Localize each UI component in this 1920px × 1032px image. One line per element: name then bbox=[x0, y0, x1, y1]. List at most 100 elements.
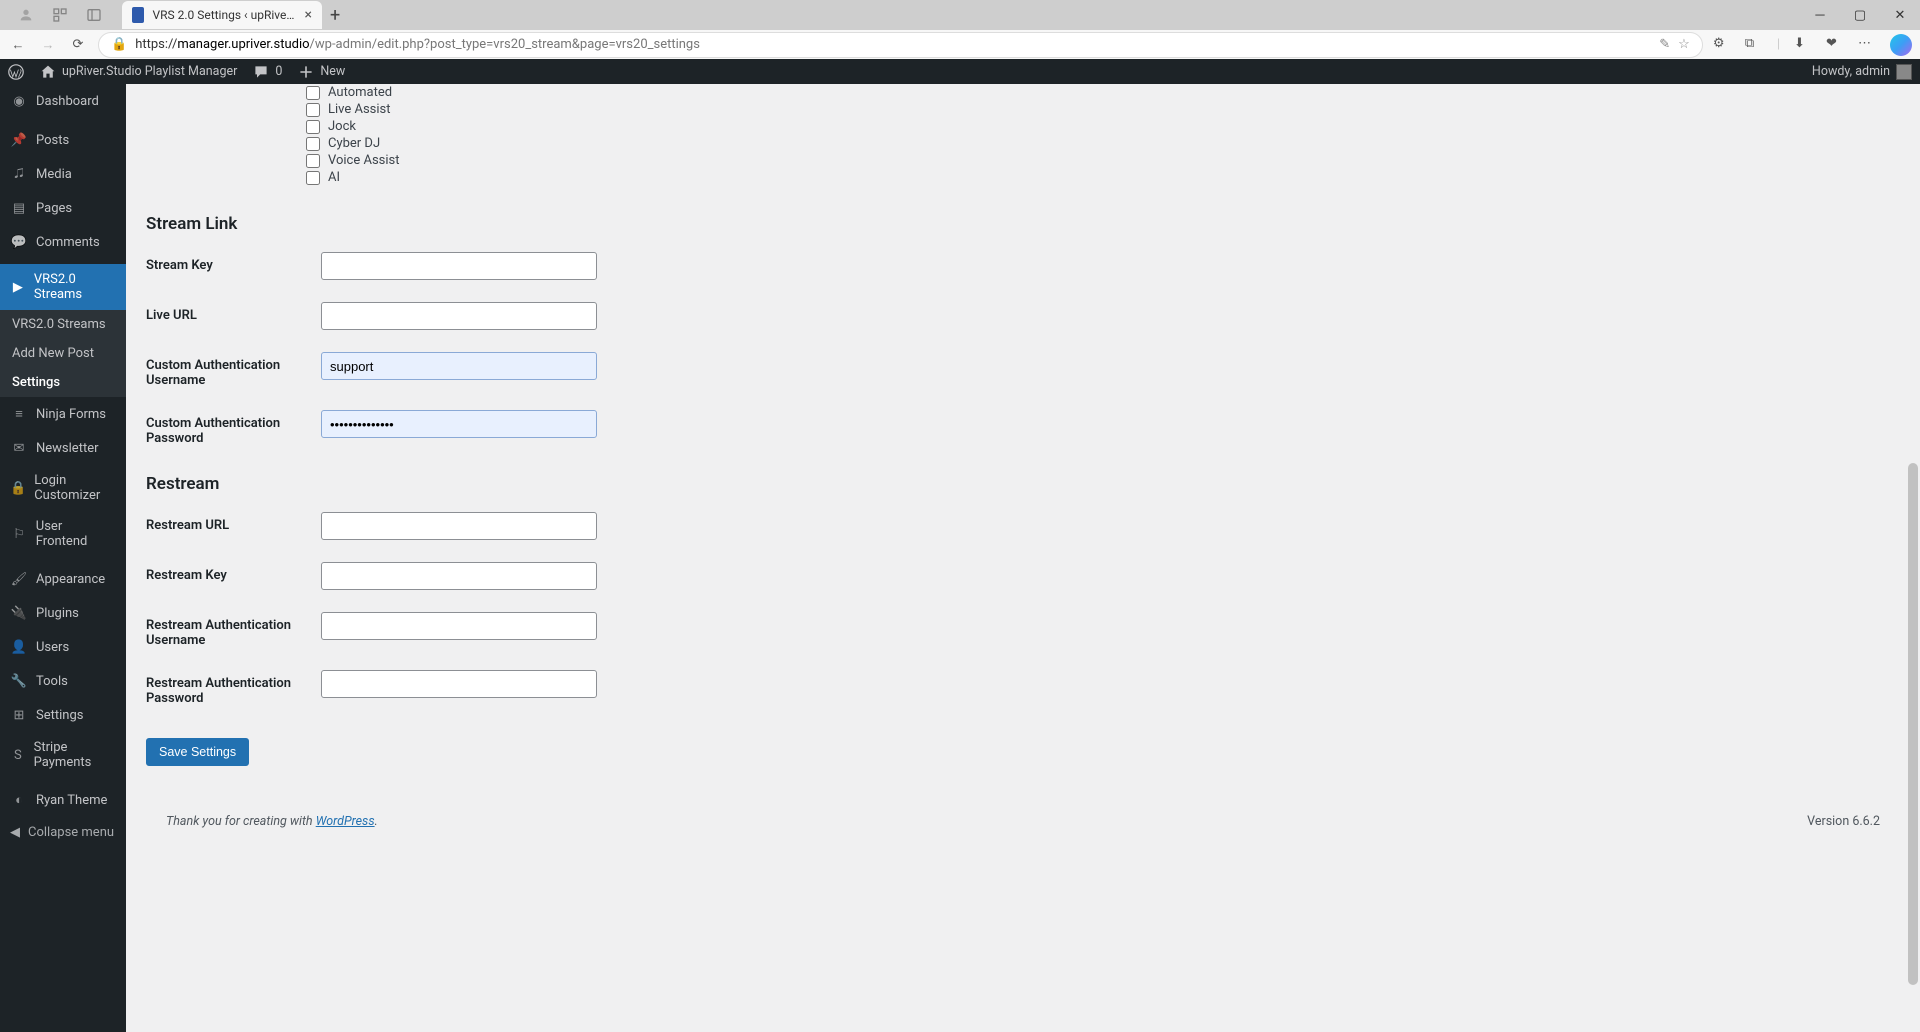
favorite-icon[interactable]: ☆ bbox=[1678, 37, 1690, 52]
submenu-item-add-new-post[interactable]: Add New Post bbox=[0, 339, 126, 368]
stream-key-input[interactable] bbox=[321, 252, 597, 280]
checkbox-voice-assist[interactable]: Voice Assist bbox=[306, 152, 1900, 169]
restream-auth-password-label: Restream Authentication Password bbox=[146, 670, 321, 706]
checkbox-input[interactable] bbox=[306, 86, 320, 100]
wp-content: AutomatedLive AssistJockCyber DJVoice As… bbox=[126, 84, 1920, 1032]
checkbox-input[interactable] bbox=[306, 171, 320, 185]
lock-icon: 🔒 bbox=[111, 37, 127, 52]
sidebar-item-comments[interactable]: 💬Comments bbox=[0, 225, 126, 259]
auth-password-input[interactable] bbox=[321, 410, 597, 438]
wp-footer: Thank you for creating with WordPress. V… bbox=[146, 796, 1900, 835]
sidebar-item-tools[interactable]: 🔧Tools bbox=[0, 664, 126, 698]
checkbox-input[interactable] bbox=[306, 120, 320, 134]
url-text: https://manager.upriver.studio/wp-admin/… bbox=[135, 37, 1651, 52]
new-content-button[interactable]: New bbox=[290, 59, 353, 84]
sidebar-item-ninja-forms[interactable]: ≡Ninja Forms bbox=[0, 397, 126, 431]
restream-auth-password-input[interactable] bbox=[321, 670, 597, 698]
maximize-button[interactable]: ▢ bbox=[1840, 1, 1880, 29]
sidebar-item-stripe-payments[interactable]: S Stripe Payments bbox=[0, 732, 126, 778]
checkbox-live-assist[interactable]: Live Assist bbox=[306, 101, 1900, 118]
browser-tab[interactable]: VRS 2.0 Settings ‹ upRiver.Studio P × bbox=[122, 1, 322, 29]
sidebar-item-label: Comments bbox=[36, 235, 100, 250]
collapse-menu-button[interactable]: ◀Collapse menu bbox=[0, 817, 126, 848]
restream-auth-username-input[interactable] bbox=[321, 612, 597, 640]
checkbox-automated[interactable]: Automated bbox=[306, 84, 1900, 101]
collections-icon[interactable]: ⧉ bbox=[1745, 36, 1763, 54]
wp-admin-sidebar: ◉Dashboard📌Posts🎜Media▤Pages💬Comments▶VR… bbox=[0, 84, 126, 1032]
menu-icon[interactable]: ⋯ bbox=[1858, 36, 1876, 54]
nav-bar: ← → ⟳ 🔒 https://manager.upriver.studio/w… bbox=[0, 30, 1920, 59]
back-button[interactable]: ← bbox=[8, 35, 28, 55]
sidebar-item-vrs2-0-streams[interactable]: ▶VRS2.0 Streams bbox=[0, 264, 126, 310]
checkbox-input[interactable] bbox=[306, 154, 320, 168]
page-icon: ▤ bbox=[10, 199, 28, 217]
extensions-icon[interactable]: ⚙ bbox=[1713, 36, 1731, 54]
restream-key-label: Restream Key bbox=[146, 562, 321, 583]
workspaces-icon[interactable] bbox=[52, 7, 68, 23]
sidebar-item-plugins[interactable]: 🔌Plugins bbox=[0, 596, 126, 630]
sidebar-item-label: User Frontend bbox=[36, 519, 116, 549]
sidebar-item-dashboard[interactable]: ◉Dashboard bbox=[0, 84, 126, 118]
sidebar-item-posts[interactable]: 📌 Posts bbox=[0, 123, 126, 157]
sidebar-item-user-frontend[interactable]: ⚐User Frontend bbox=[0, 511, 126, 557]
sidebar-item-media[interactable]: 🎜Media bbox=[0, 157, 126, 191]
comments-button[interactable]: 0 bbox=[245, 59, 290, 84]
forward-button[interactable]: → bbox=[38, 35, 58, 55]
sidebar-item-label: Pages bbox=[36, 201, 72, 216]
scrollbar[interactable] bbox=[1906, 84, 1920, 1032]
checkbox-input[interactable] bbox=[306, 137, 320, 151]
sidebar-item-ryan-theme[interactable]: ◐Ryan Theme bbox=[0, 783, 126, 817]
sidebar-item-label: Appearance bbox=[36, 572, 105, 587]
close-window-button[interactable]: ✕ bbox=[1880, 1, 1920, 29]
auth-username-input[interactable] bbox=[321, 352, 597, 380]
mail-icon: ✉ bbox=[10, 439, 28, 457]
save-settings-button[interactable]: Save Settings bbox=[146, 738, 249, 766]
restream-url-input[interactable] bbox=[321, 512, 597, 540]
wordpress-link[interactable]: WordPress bbox=[316, 814, 375, 829]
url-bar[interactable]: 🔒 https://manager.upriver.studio/wp-admi… bbox=[98, 32, 1703, 58]
sidebar-item-newsletter[interactable]: ✉Newsletter bbox=[0, 431, 126, 465]
wp-logo-button[interactable] bbox=[0, 59, 32, 84]
checkbox-label: AI bbox=[328, 170, 340, 185]
pin-icon: 📌 bbox=[10, 131, 28, 149]
tab-close-icon[interactable]: × bbox=[305, 7, 312, 23]
restream-auth-username-label: Restream Authentication Username bbox=[146, 612, 321, 648]
downloads-icon[interactable]: ⬇ bbox=[1794, 36, 1812, 54]
sidebar-item-label: Dashboard bbox=[36, 94, 99, 109]
sidebar-item-pages[interactable]: ▤ Pages bbox=[0, 191, 126, 225]
submenu-item-settings[interactable]: Settings bbox=[0, 368, 126, 397]
restream-key-input[interactable] bbox=[321, 562, 597, 590]
collapse-icon: ◀ bbox=[10, 825, 20, 840]
sidebar-item-users[interactable]: 👤Users bbox=[0, 630, 126, 664]
sidebar-item-label: Stripe Payments bbox=[34, 740, 116, 770]
copilot-icon[interactable] bbox=[1890, 34, 1912, 56]
sidebar-item-label: Users bbox=[36, 640, 69, 655]
sidebar-item-login-customizer[interactable]: 🔒Login Customizer bbox=[0, 465, 126, 511]
minimize-button[interactable]: ─ bbox=[1800, 1, 1840, 29]
stripe-icon: S bbox=[10, 746, 26, 764]
howdy-account[interactable]: Howdy, admin bbox=[1804, 59, 1920, 84]
site-name-button[interactable]: upRiver.Studio Playlist Manager bbox=[32, 59, 245, 84]
sidebar-item-label: Posts bbox=[36, 133, 69, 148]
profile-icon[interactable] bbox=[18, 7, 34, 23]
live-url-input[interactable] bbox=[321, 302, 597, 330]
new-tab-button[interactable]: + bbox=[330, 5, 340, 26]
sidebar-toggle-icon[interactable] bbox=[86, 7, 102, 23]
sidebar-item-appearance[interactable]: 🖌Appearance bbox=[0, 562, 126, 596]
tab-title: VRS 2.0 Settings ‹ upRiver.Studio P bbox=[152, 8, 296, 22]
sidebar-item-settings[interactable]: ⊞Settings bbox=[0, 698, 126, 732]
checkbox-cyber-dj[interactable]: Cyber DJ bbox=[306, 135, 1900, 152]
checkbox-jock[interactable]: Jock bbox=[306, 118, 1900, 135]
sidebar-item-label: Tools bbox=[36, 674, 68, 689]
favorites-icon[interactable]: ❤ bbox=[1826, 36, 1844, 54]
sidebar-item-label: Plugins bbox=[36, 606, 79, 621]
reload-button[interactable]: ⟳ bbox=[68, 35, 88, 55]
play-icon: ▶ bbox=[10, 278, 26, 296]
reader-icon[interactable]: ✎ bbox=[1659, 37, 1670, 52]
submenu-item-vrs2-0-streams[interactable]: VRS2.0 Streams bbox=[0, 310, 126, 339]
lock-icon: 🔒 bbox=[10, 479, 26, 497]
live-url-label: Live URL bbox=[146, 302, 321, 323]
browser-chrome: VRS 2.0 Settings ‹ upRiver.Studio P × + … bbox=[0, 0, 1920, 59]
checkbox-ai[interactable]: AI bbox=[306, 169, 1900, 186]
checkbox-input[interactable] bbox=[306, 103, 320, 117]
